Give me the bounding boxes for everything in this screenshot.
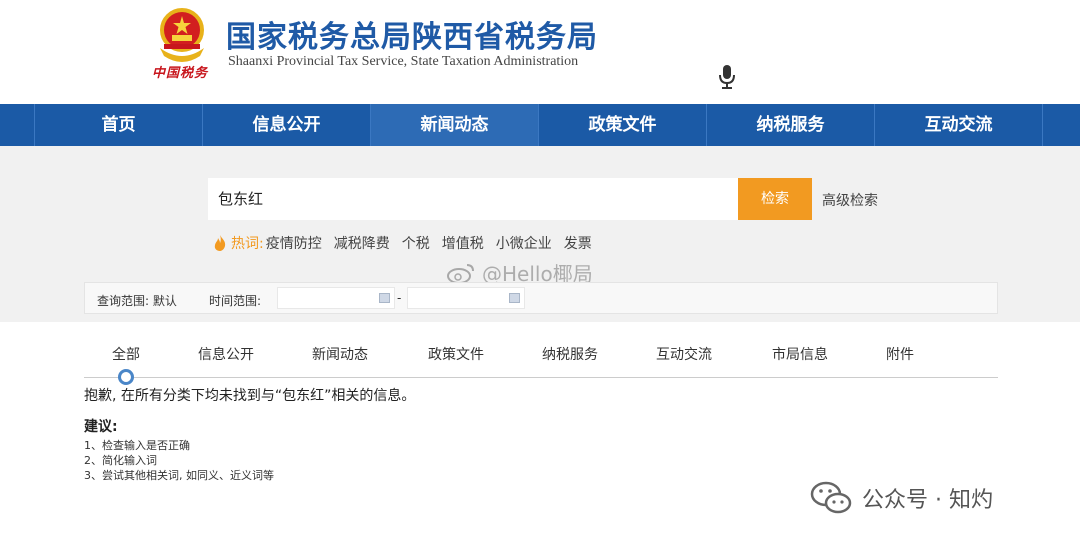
hot-tag[interactable]: 发票 — [564, 233, 592, 253]
date-separator: - — [397, 291, 402, 305]
hot-tag[interactable]: 疫情防控 — [266, 233, 322, 253]
tip-item: 3、尝试其他相关词, 如同义、近义词等 — [84, 469, 274, 482]
start-date-input[interactable] — [277, 287, 395, 309]
search-input[interactable]: 包东红 — [208, 178, 738, 220]
seal-logo-text: 中国税务 — [152, 66, 209, 81]
scope-label[interactable]: 查询范围: 默认 — [97, 292, 177, 309]
national-emblem-icon — [160, 8, 204, 62]
search-button[interactable]: 检索 — [738, 178, 812, 220]
calendar-icon[interactable] — [379, 293, 390, 303]
nav-item-home[interactable]: 首页 — [34, 104, 202, 146]
tab-all[interactable]: 全部 — [112, 344, 140, 364]
wechat-icon — [810, 481, 852, 514]
category-tabs: 全部 信息公开 新闻动态 政策文件 纳税服务 互动交流 市局信息 附件 — [84, 344, 998, 378]
tab-tax-service[interactable]: 纳税服务 — [542, 344, 598, 364]
hot-words-label: 热词: — [231, 236, 264, 252]
hot-tag[interactable]: 减税降费 — [334, 233, 390, 253]
main-nav: 首页 信息公开 新闻动态 政策文件 纳税服务 互动交流 — [0, 104, 1080, 146]
no-result-message: 抱歉, 在所有分类下均未找到与“包东红”相关的信息。 — [84, 388, 416, 404]
hot-tag[interactable]: 个税 — [402, 233, 430, 253]
advanced-search-link[interactable]: 高级检索 — [822, 190, 878, 210]
tip-item: 2、简化输入词 — [84, 454, 157, 467]
nav-spacer-right — [1042, 104, 1080, 146]
nav-item-policy[interactable]: 政策文件 — [538, 104, 706, 146]
weibo-icon — [447, 263, 474, 284]
tab-news[interactable]: 新闻动态 — [312, 344, 368, 364]
flame-icon — [214, 235, 226, 251]
tips-list: 1、检查输入是否正确 2、简化输入词 3、尝试其他相关词, 如同义、近义词等 — [84, 438, 274, 483]
end-date-input[interactable] — [407, 287, 525, 309]
hot-tag[interactable]: 增值税 — [442, 233, 484, 253]
time-range-label: 时间范围: — [209, 294, 262, 308]
filter-bar: 查询范围: 默认 时间范围: - — [84, 282, 998, 314]
tab-interaction[interactable]: 互动交流 — [656, 344, 712, 364]
microphone-icon[interactable] — [718, 64, 736, 90]
active-tab-indicator — [118, 369, 134, 385]
hot-words: 热词: 疫情防控 减税降费 个税 增值税 小微企业 发票 — [212, 233, 604, 253]
nav-item-info-public[interactable]: 信息公开 — [202, 104, 370, 146]
nav-item-news[interactable]: 新闻动态 — [370, 104, 538, 146]
tab-info-public[interactable]: 信息公开 — [198, 344, 254, 364]
hot-tag[interactable]: 小微企业 — [496, 233, 552, 253]
site-subtitle: Shaanxi Provincial Tax Service, State Ta… — [228, 54, 579, 69]
site-header: 中国税务 国家税务总局陕西省税务局 Shaanxi Provincial Tax… — [0, 0, 1080, 104]
wechat-watermark: 公众号 · 知灼 — [810, 480, 993, 516]
page: 中国税务 国家税务总局陕西省税务局 Shaanxi Provincial Tax… — [0, 0, 1080, 543]
wechat-watermark-text: 公众号 · 知灼 — [862, 488, 993, 513]
site-title[interactable]: 国家税务总局陕西省税务局 — [226, 12, 598, 56]
tab-policy[interactable]: 政策文件 — [428, 344, 484, 364]
nav-item-tax-service[interactable]: 纳税服务 — [706, 104, 874, 146]
tab-city-bureau[interactable]: 市局信息 — [772, 344, 828, 364]
tips-title: 建议: — [84, 419, 118, 435]
tab-attachments[interactable]: 附件 — [886, 344, 914, 364]
tip-item: 1、检查输入是否正确 — [84, 439, 190, 452]
calendar-icon[interactable] — [509, 293, 520, 303]
nav-item-interaction[interactable]: 互动交流 — [874, 104, 1042, 146]
